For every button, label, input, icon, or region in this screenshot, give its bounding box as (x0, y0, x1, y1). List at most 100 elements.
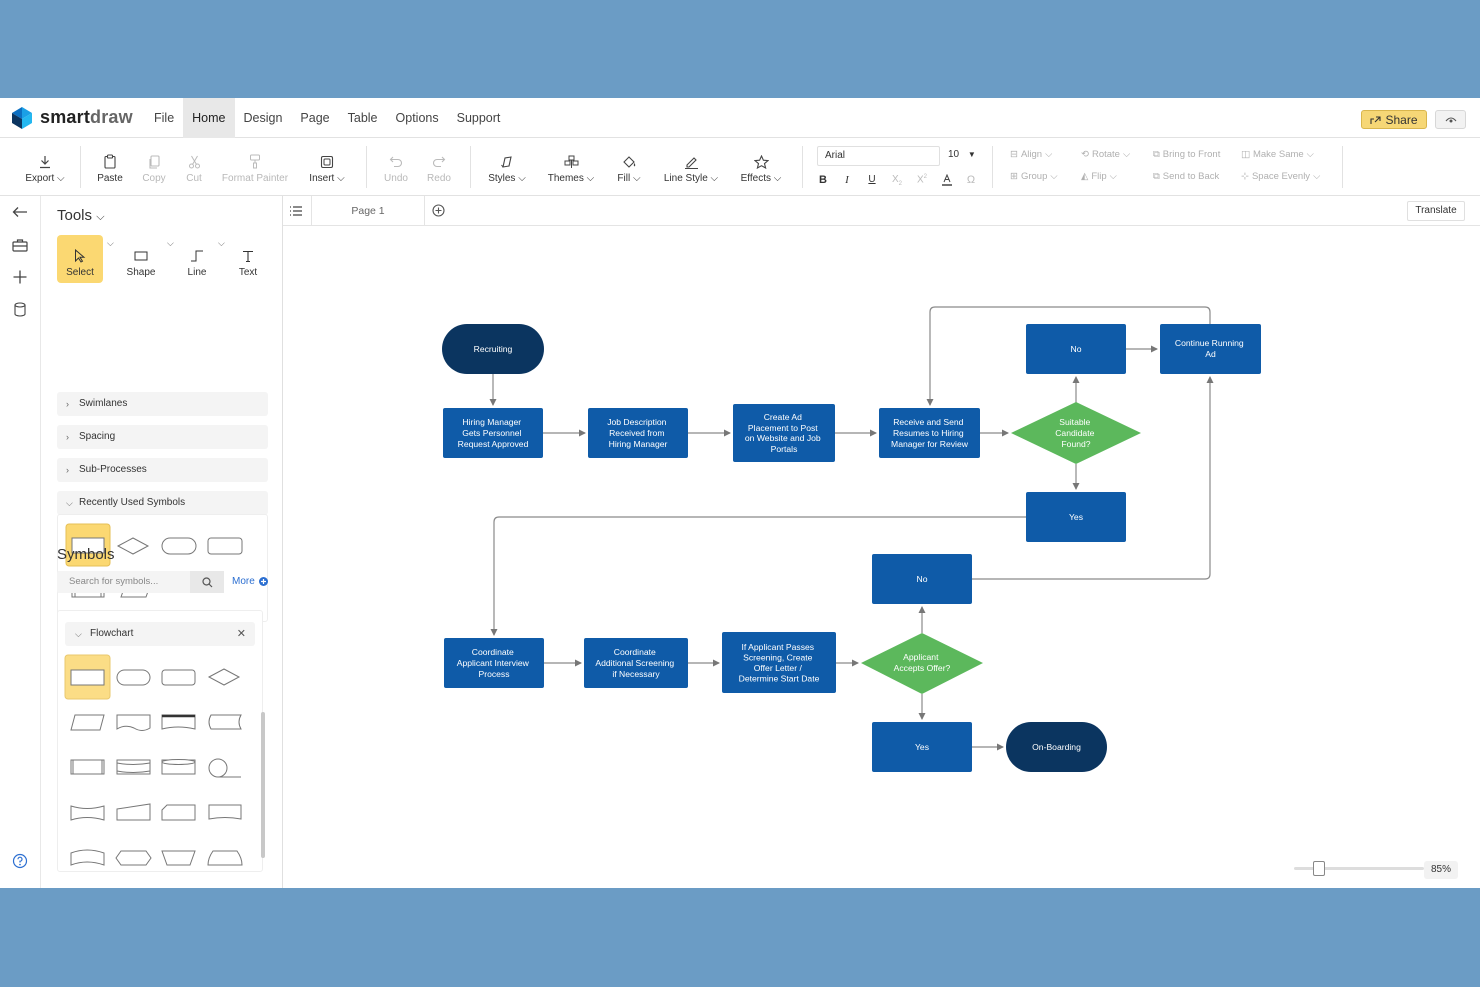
node-if-applicant-passes[interactable]: If Applicant Passes Screening, Create Of… (722, 632, 836, 693)
recently-used-section[interactable]: ⌵ Recently Used Symbols (57, 491, 268, 515)
shape-dropdown-icon[interactable]: ⌵ (167, 238, 174, 249)
space-evenly-button[interactable]: ⊹ Space Evenly ⌵ (1241, 171, 1320, 182)
plus-icon[interactable] (10, 267, 30, 287)
node-continue-running-ad[interactable]: Continue Running Ad (1160, 324, 1261, 374)
recent-symbol-terminal[interactable] (161, 537, 197, 555)
node-receive-send[interactable]: Receive and Send Resumes to Hiring Manag… (879, 408, 980, 458)
insert-button[interactable]: Insert ⌵ (302, 138, 352, 196)
smartdraw-logo[interactable]: smartdraw (10, 106, 145, 130)
toolbox-icon[interactable] (10, 235, 30, 255)
make-same-button[interactable]: ◫ Make Same ⌵ (1241, 149, 1314, 160)
flip-button[interactable]: ◭ Flip ⌵ (1081, 171, 1117, 182)
symbol-internal-storage[interactable] (70, 759, 105, 775)
node-on-boarding[interactable]: On-Boarding (1006, 722, 1107, 772)
zoom-level[interactable]: 85% (1424, 861, 1458, 879)
symbol-sequential-access[interactable] (208, 758, 241, 778)
symbol-magnetic-drum[interactable] (116, 759, 151, 775)
symbol-search-input[interactable]: Search for symbols... (57, 571, 190, 593)
node-coordinate-interview[interactable]: Coordinate Applicant Interview Process (444, 638, 544, 688)
symbol-rounded-process[interactable] (161, 669, 196, 686)
line-style-button[interactable]: Line Style ⌵ (658, 138, 724, 196)
symbol-data[interactable] (70, 714, 105, 731)
rotate-button[interactable]: ⟲ Rotate ⌵ (1081, 149, 1130, 160)
symbol-card[interactable] (161, 804, 196, 821)
zoom-slider-handle[interactable] (1313, 861, 1325, 876)
node-job-description[interactable]: Job Description Received from Hiring Man… (588, 408, 688, 458)
export-button[interactable]: Export ⌵ (18, 138, 72, 196)
paste-button[interactable]: Paste (92, 138, 128, 196)
menu-table[interactable]: Table (339, 98, 387, 138)
effects-button[interactable]: Effects ⌵ (734, 138, 788, 196)
node-create-ad[interactable]: Create Ad Placement to Post on Website a… (733, 404, 835, 462)
shape-tool[interactable]: Shape (118, 235, 164, 283)
text-color-button[interactable] (940, 173, 954, 189)
line-dropdown-icon[interactable]: ⌵ (218, 238, 225, 249)
select-tool[interactable]: Select (57, 235, 103, 283)
symbol-manual-loop[interactable] (161, 850, 196, 866)
font-size-select[interactable]: 10 ▼ (942, 146, 979, 166)
drawing-canvas[interactable]: Recruiting Hiring Manager Gets Personnel… (283, 227, 1480, 888)
special-character-button[interactable]: Ω (964, 174, 978, 186)
symbols-scrollbar[interactable] (261, 712, 265, 858)
symbol-manual-input[interactable] (161, 714, 196, 730)
menu-page[interactable]: Page (291, 98, 338, 138)
text-tool[interactable]: Text (225, 235, 271, 283)
superscript-button[interactable]: X2 (915, 174, 929, 185)
font-family-select[interactable]: Arial (817, 146, 940, 166)
menu-support[interactable]: Support (448, 98, 510, 138)
more-libraries-link[interactable]: More (232, 576, 268, 587)
tab-page-1[interactable]: Page 1 (311, 196, 425, 226)
copy-button[interactable]: Copy (138, 138, 170, 196)
menu-home[interactable]: Home (183, 98, 235, 138)
symbol-manual-operation[interactable] (116, 803, 151, 821)
fill-button[interactable]: Fill ⌵ (610, 138, 648, 196)
tools-title[interactable]: Tools ⌵ (57, 207, 105, 224)
translate-button[interactable]: Translate (1407, 201, 1465, 221)
symbol-paper-tape[interactable] (208, 804, 242, 820)
styles-button[interactable]: Styles ⌵ (482, 138, 532, 196)
redo-button[interactable]: Redo (421, 138, 457, 196)
node-yes-bottom[interactable]: Yes (872, 722, 972, 772)
symbol-punched-tape[interactable] (70, 805, 105, 821)
symbol-display[interactable] (207, 850, 243, 866)
search-button[interactable] (190, 571, 224, 593)
subscript-button[interactable]: X2 (890, 174, 904, 187)
symbol-decision[interactable] (207, 668, 241, 686)
themes-button[interactable]: Themes ⌵ (542, 138, 600, 196)
node-no-mid[interactable]: No (872, 554, 972, 604)
italic-button[interactable]: I (840, 174, 854, 186)
bold-button[interactable]: B (816, 174, 830, 186)
decision-suitable-candidate[interactable]: Suitable Candidate Found? (1011, 402, 1141, 464)
undo-button[interactable]: Undo (378, 138, 414, 196)
recent-symbol-rounded-rect[interactable] (207, 537, 243, 555)
view-mode-button[interactable] (1435, 110, 1466, 129)
swimlanes-section[interactable]: › Swimlanes (57, 392, 268, 416)
symbol-wave-tape[interactable] (70, 849, 105, 866)
recent-symbol-diamond[interactable] (116, 537, 150, 555)
spacing-section[interactable]: › Spacing (57, 425, 268, 449)
menu-options[interactable]: Options (387, 98, 448, 138)
share-button[interactable]: Share (1361, 110, 1427, 129)
sub-processes-section[interactable]: › Sub-Processes (57, 458, 268, 482)
node-yes-top[interactable]: Yes (1026, 492, 1126, 542)
menu-file[interactable]: File (145, 98, 183, 138)
node-hiring-manager[interactable]: Hiring Manager Gets Personnel Request Ap… (443, 408, 543, 458)
node-coordinate-screening[interactable]: Coordinate Additional Screening if Neces… (584, 638, 688, 688)
bring-to-front-button[interactable]: ⧉ Bring to Front (1153, 149, 1220, 160)
group-button[interactable]: ⊞ Group ⌵ (1010, 171, 1058, 182)
page-list-icon[interactable] (289, 204, 303, 222)
align-button[interactable]: ⊟ Align ⌵ (1010, 149, 1052, 160)
node-no-top[interactable]: No (1026, 324, 1126, 374)
select-dropdown-icon[interactable]: ⌵ (107, 238, 114, 249)
format-painter-button[interactable]: Format Painter (218, 138, 292, 196)
symbol-database[interactable] (161, 759, 196, 775)
help-icon[interactable] (10, 851, 30, 871)
decision-applicant-accepts[interactable]: Applicant Accepts Offer? (861, 633, 983, 694)
send-to-back-button[interactable]: ⧉ Send to Back (1153, 171, 1219, 182)
symbol-stored-data[interactable] (208, 714, 242, 730)
symbol-preparation[interactable] (115, 850, 152, 866)
add-page-icon[interactable] (432, 204, 445, 222)
symbol-document[interactable] (116, 714, 151, 731)
menu-design[interactable]: Design (235, 98, 292, 138)
cut-button[interactable]: Cut (178, 138, 210, 196)
